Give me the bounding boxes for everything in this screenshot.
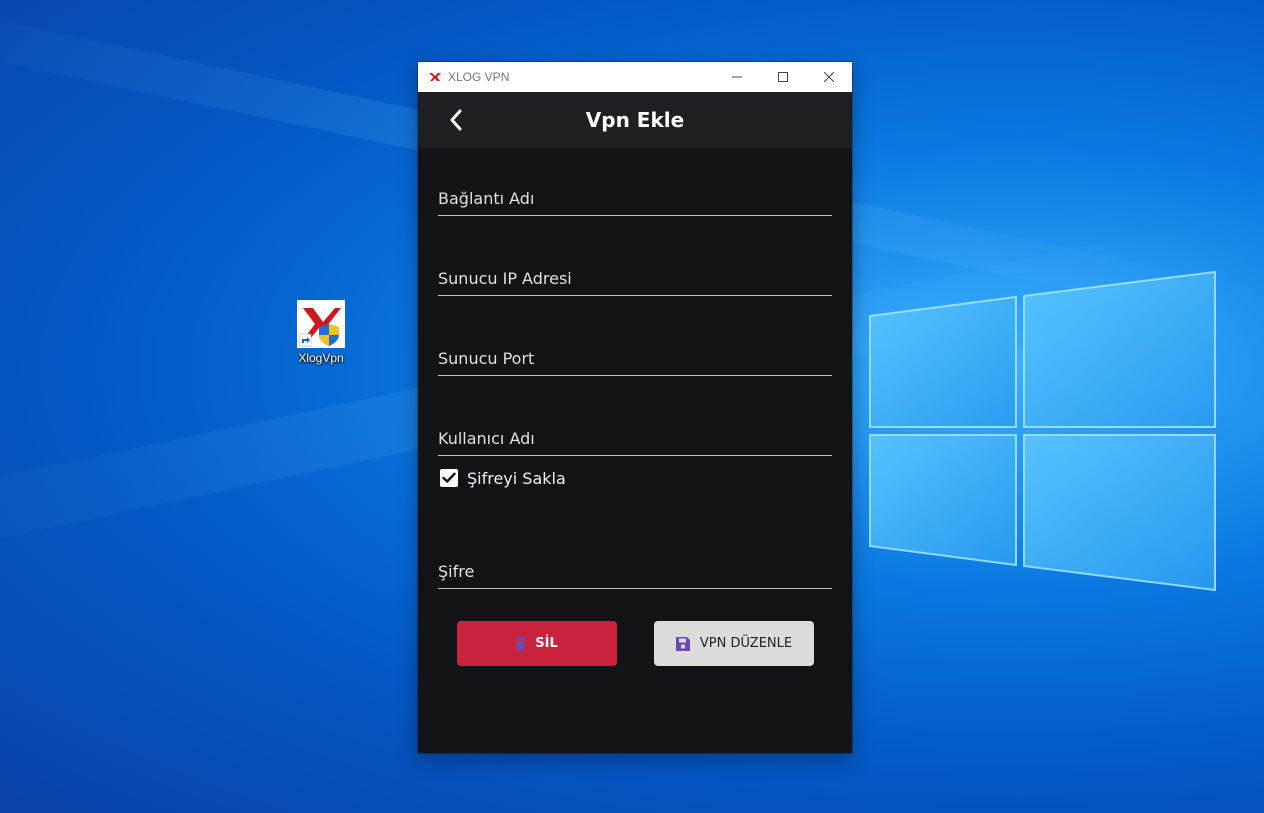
delete-button-label: SİL [535, 636, 558, 651]
back-button[interactable] [444, 106, 468, 134]
check-icon [442, 472, 456, 483]
username-field [438, 376, 832, 456]
chevron-left-icon [450, 109, 462, 131]
app-bar: Vpn Ekle [418, 92, 852, 148]
save-password-row: Şifreyi Sakla [438, 456, 832, 500]
maximize-icon [778, 72, 788, 82]
connection-name-input[interactable] [438, 181, 832, 216]
action-buttons: SİL VPN DÜZENLE [438, 621, 832, 666]
save-password-label: Şifreyi Sakla [467, 468, 566, 488]
app-window: XLOG VPN Vpn Ekle Bağlantı Adı Sunucu IP… [418, 62, 852, 753]
password-input[interactable] [438, 554, 832, 589]
xlogvpn-app-icon [297, 300, 345, 348]
edit-vpn-button-label: VPN DÜZENLE [699, 636, 793, 651]
trash-icon [515, 636, 527, 651]
server-port-field [438, 296, 832, 376]
server-ip-field [438, 216, 832, 296]
desktop-shortcut-xlogvpn[interactable]: XlogVpn [290, 300, 352, 365]
delete-button[interactable]: SİL [456, 621, 617, 666]
minimize-button[interactable] [714, 62, 760, 92]
floppy-save-icon [675, 636, 690, 651]
window-title: XLOG VPN [448, 70, 510, 84]
password-field [438, 500, 832, 589]
page-title: Vpn Ekle [585, 108, 685, 132]
close-button[interactable] [806, 62, 852, 92]
edit-vpn-button[interactable]: VPN DÜZENLE [653, 621, 814, 666]
close-icon [824, 72, 834, 82]
maximize-button[interactable] [760, 62, 806, 92]
shortcut-label: XlogVpn [298, 351, 344, 365]
title-bar[interactable]: XLOG VPN [418, 62, 852, 92]
save-password-checkbox[interactable] [440, 469, 458, 487]
server-ip-input[interactable] [438, 261, 832, 296]
xlog-logo-icon [429, 73, 441, 81]
minimize-icon [732, 76, 742, 78]
window-controls [714, 62, 852, 92]
username-input[interactable] [438, 421, 832, 456]
desktop: XlogVpn XLOG VPN Vpn Ekle Bağlantı Adı S… [0, 0, 1264, 813]
vpn-form: Şifreyi Sakla SİL [418, 148, 852, 666]
connection-name-field [438, 148, 832, 216]
windows-logo [869, 270, 1216, 592]
server-port-input[interactable] [438, 341, 832, 376]
